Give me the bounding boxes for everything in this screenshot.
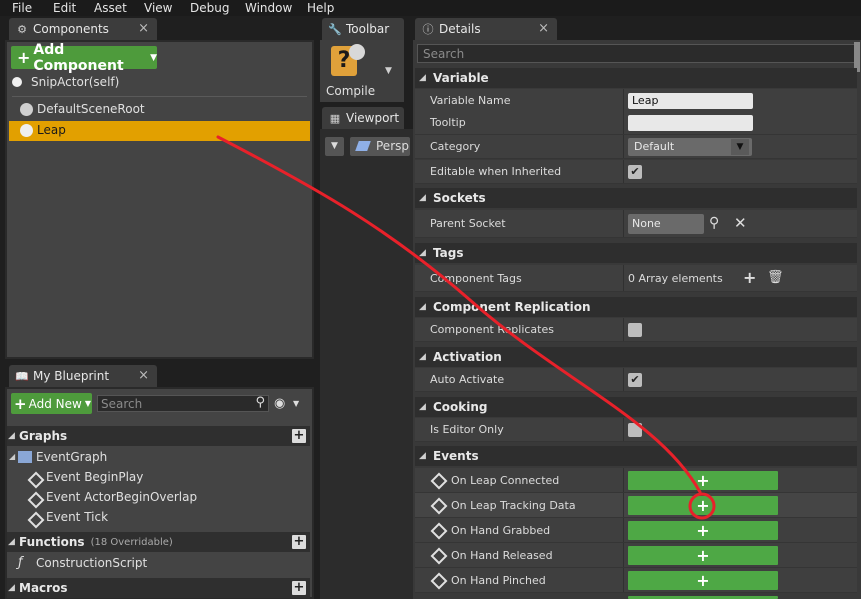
annotation-overlay (216, 135, 716, 520)
annotation-circle (688, 492, 716, 520)
annotation-arrow-line (216, 135, 702, 494)
